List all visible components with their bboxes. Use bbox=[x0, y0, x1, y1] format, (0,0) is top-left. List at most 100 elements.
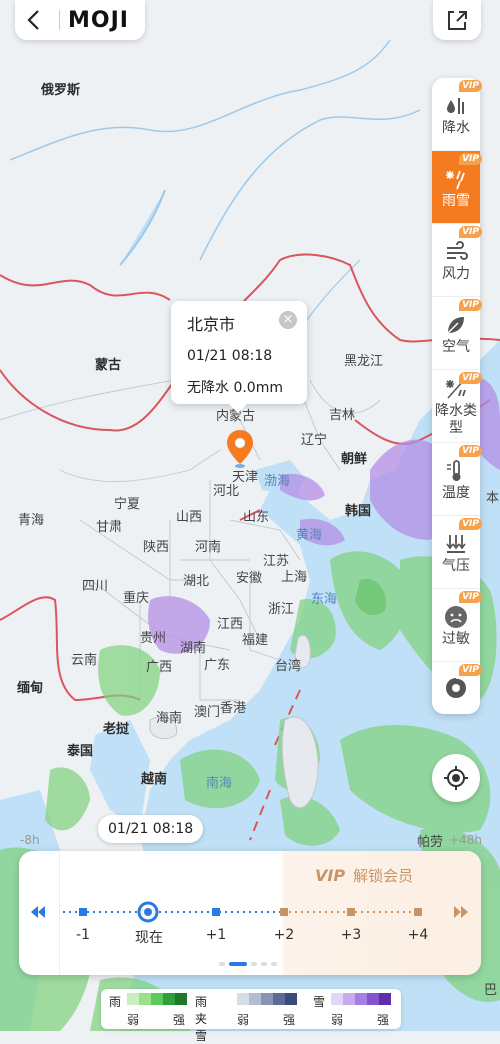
precip-legend: 雨 弱 强 雨夹雪 弱 强 雪 弱 强 bbox=[101, 989, 401, 1043]
legend-swatch bbox=[139, 993, 151, 1005]
share-icon bbox=[448, 11, 467, 30]
layer-label: 温度 bbox=[442, 484, 470, 501]
legend-swatch bbox=[163, 993, 175, 1005]
layer-rain[interactable]: VIP 降水 bbox=[432, 78, 482, 151]
locate-button[interactable] bbox=[432, 754, 480, 802]
province-label: 香港 bbox=[220, 701, 247, 716]
layer-pressure[interactable]: VIP 气压 bbox=[432, 516, 482, 589]
sea-label: 东海 bbox=[311, 592, 338, 607]
province-label: 宁夏 bbox=[114, 497, 141, 512]
legend-swatch bbox=[355, 993, 367, 1005]
legend-swatches bbox=[127, 993, 187, 1005]
legend-swatch bbox=[285, 993, 297, 1005]
layer-temperature[interactable]: VIP 温度 bbox=[432, 443, 482, 516]
country-label: 俄罗斯 bbox=[41, 83, 81, 98]
legend-swatches bbox=[331, 993, 391, 1005]
country-label: 蒙古 bbox=[95, 358, 122, 373]
layer-rain-snow[interactable]: VIP 雨雪 bbox=[432, 151, 482, 224]
country-label: 泰国 bbox=[67, 744, 94, 759]
timeline-tick[interactable] bbox=[414, 908, 422, 916]
back-button[interactable] bbox=[15, 0, 51, 40]
place-label: 本 bbox=[486, 491, 500, 506]
popup-precipitation: 无降水 0.0mm bbox=[187, 380, 283, 396]
share-button[interactable] bbox=[433, 0, 481, 40]
country-label: 越南 bbox=[141, 772, 168, 787]
layer-typhoon[interactable]: VIP bbox=[432, 662, 482, 714]
province-label: 甘肃 bbox=[96, 520, 123, 535]
rewind-icon[interactable] bbox=[31, 906, 45, 918]
popup-time: 01/21 08:18 bbox=[187, 348, 273, 364]
typhoon-icon bbox=[446, 677, 468, 698]
vip-badge: VIP bbox=[459, 299, 482, 311]
country-label: 韩国 bbox=[345, 504, 372, 519]
legend-title: 雨 bbox=[109, 995, 122, 1009]
layer-wind[interactable]: VIP 风力 bbox=[432, 224, 482, 297]
vip-badge: VIP bbox=[459, 226, 482, 238]
sea-label: 黄海 bbox=[296, 528, 323, 543]
vip-badge: VIP bbox=[459, 518, 482, 530]
province-label: 安徽 bbox=[236, 571, 263, 586]
timeline-tick[interactable] bbox=[347, 908, 355, 916]
page-indicator bbox=[219, 962, 277, 966]
page-dot bbox=[251, 962, 257, 966]
legend-weak: 弱 bbox=[237, 1013, 250, 1027]
legend-strong: 强 bbox=[377, 1013, 390, 1027]
timeline-tick[interactable] bbox=[79, 908, 87, 916]
vip-badge: VIP bbox=[459, 372, 482, 384]
province-label: 河南 bbox=[195, 540, 222, 555]
wind-icon bbox=[447, 240, 468, 260]
province-label: 海南 bbox=[156, 711, 183, 726]
location-pin-icon[interactable] bbox=[226, 428, 254, 470]
timeline-tick[interactable] bbox=[280, 908, 288, 916]
province-label: 辽宁 bbox=[301, 433, 328, 448]
layer-label: 降水类型 bbox=[435, 403, 477, 436]
location-popup[interactable]: 北京市 × 01/21 08:18 无降水 0.0mm bbox=[171, 301, 307, 413]
close-icon[interactable]: × bbox=[279, 311, 297, 329]
province-label: 重庆 bbox=[123, 591, 150, 606]
timeline-end-label: +48h bbox=[449, 833, 482, 847]
layer-allergy[interactable]: VIP 过敏 bbox=[432, 589, 482, 662]
legend-swatch bbox=[151, 993, 163, 1005]
province-label: 澳门 bbox=[194, 705, 221, 720]
legend-swatch bbox=[379, 993, 391, 1005]
divider bbox=[59, 10, 60, 30]
timeline-start-label: -8h bbox=[20, 833, 40, 847]
timeline-tick[interactable] bbox=[212, 908, 220, 916]
province-label: 湖北 bbox=[183, 574, 210, 589]
sleet-icon bbox=[446, 170, 465, 189]
province-label: 江西 bbox=[217, 617, 244, 632]
place-label: 帕劳 bbox=[417, 835, 444, 850]
province-label: 黑龙江 bbox=[344, 354, 384, 369]
place-label: 巴 bbox=[484, 983, 498, 998]
layer-label: 雨雪 bbox=[442, 192, 470, 209]
popup-city: 北京市 bbox=[187, 315, 236, 334]
legend-swatch bbox=[127, 993, 139, 1005]
province-label: 上海 bbox=[281, 570, 308, 585]
timeline-track[interactable] bbox=[19, 851, 481, 975]
timeline-label: +3 bbox=[340, 927, 362, 943]
province-label: 台湾 bbox=[275, 659, 302, 674]
country-label: 老挝 bbox=[103, 722, 130, 737]
legend-swatch bbox=[331, 993, 343, 1005]
legend-strong: 强 bbox=[173, 1013, 186, 1027]
vip-badge: VIP bbox=[459, 445, 482, 457]
legend-weak: 弱 bbox=[127, 1013, 140, 1027]
vip-badge: VIP bbox=[459, 664, 482, 676]
legend-swatch bbox=[249, 993, 261, 1005]
page-dot bbox=[219, 962, 225, 966]
layer-label: 空气 bbox=[442, 338, 470, 355]
legend-swatch bbox=[367, 993, 379, 1005]
province-label: 广西 bbox=[146, 660, 173, 675]
legend-swatch bbox=[175, 993, 187, 1005]
province-label: 河北 bbox=[213, 484, 240, 499]
legend-swatch bbox=[237, 993, 249, 1005]
timeline-label: +4 bbox=[407, 927, 429, 943]
province-label: 山东 bbox=[243, 510, 270, 525]
layer-air[interactable]: VIP 空气 bbox=[432, 297, 482, 370]
layer-label: 气压 bbox=[442, 557, 470, 574]
legend-strong: 强 bbox=[283, 1013, 296, 1027]
layer-precip-type[interactable]: VIP 降水类型 bbox=[432, 370, 482, 443]
vip-badge: VIP bbox=[459, 591, 482, 603]
timeline-label: +1 bbox=[205, 927, 227, 943]
fast-forward-icon[interactable] bbox=[454, 906, 468, 918]
